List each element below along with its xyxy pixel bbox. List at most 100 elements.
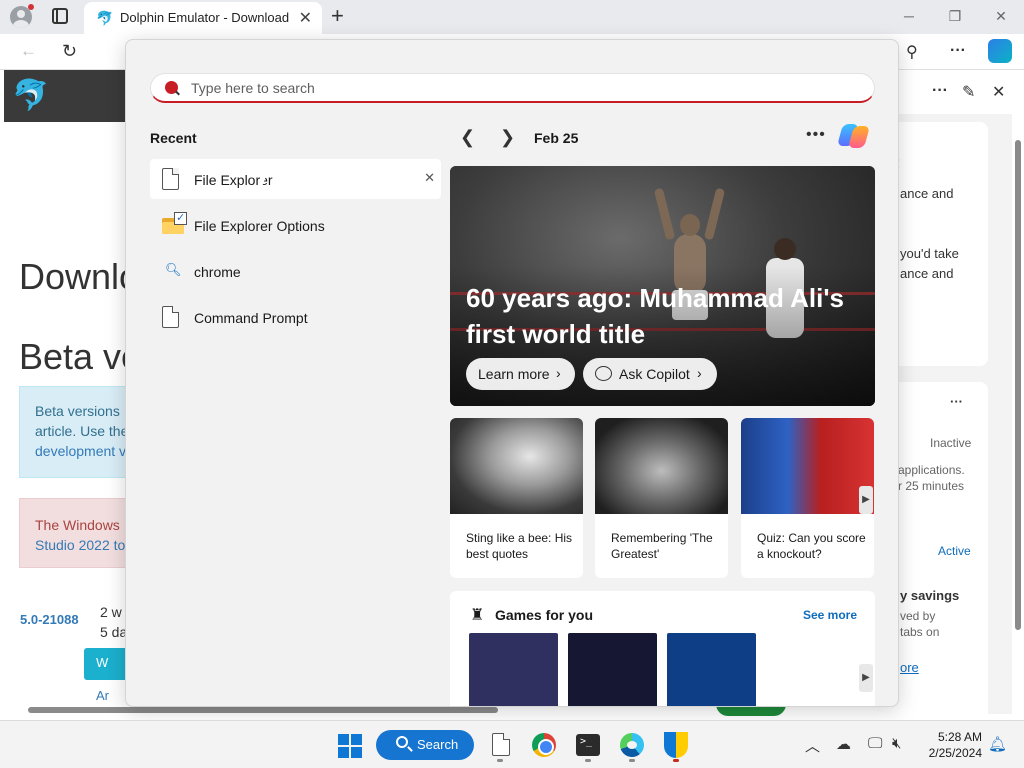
terminal-icon[interactable]: >_ <box>576 734 600 756</box>
recent-item-command-prompt[interactable]: Command Prompt <box>150 297 441 337</box>
hero-card[interactable]: 60 years ago: Muhammad Ali's first world… <box>450 166 875 406</box>
story-card[interactable]: Sting like a bee: His best quotes <box>450 418 583 578</box>
arm-download-link[interactable]: Ar <box>96 688 109 703</box>
speaker-muted-icon[interactable]: 🔇︎ <box>892 735 901 752</box>
more-options-icon[interactable]: ••• <box>806 126 826 144</box>
status-active: Active <box>938 544 971 558</box>
recent-item-file-explorer[interactable]: File Explorer ✕ <box>150 159 441 199</box>
version-link[interactable]: 5.0-21088 <box>20 612 79 627</box>
tab-actions-icon[interactable] <box>52 8 68 24</box>
next-day-button[interactable]: ❯ <box>500 127 515 148</box>
hero-title: 60 years ago: Muhammad Ali's first world… <box>466 283 845 349</box>
games-scroll-right-button[interactable]: ▶ <box>859 664 873 692</box>
chevron-up-icon[interactable]: ︿ <box>805 735 820 756</box>
copilot-sidebar-icon[interactable] <box>988 39 1012 63</box>
running-indicator <box>673 759 679 762</box>
learn-more-button[interactable]: Learn more › <box>466 358 575 390</box>
document-icon <box>162 306 179 328</box>
info-link[interactable]: development v <box>35 443 126 459</box>
onedrive-icon[interactable]: ☁ <box>836 735 851 753</box>
close-window-button[interactable]: ✕ <box>978 0 1024 32</box>
document-icon <box>162 168 179 190</box>
warning-alert: The Windows Studio 2022 to <box>19 498 129 568</box>
sidepane-text: applications. <box>898 463 965 477</box>
sidepane-more-icon[interactable]: ··· <box>932 82 948 100</box>
previous-day-button[interactable]: ❮ <box>460 127 475 148</box>
clock-date: 2/25/2024 <box>928 746 982 760</box>
date-label: Feb 25 <box>534 130 579 146</box>
ask-copilot-button[interactable]: Ask Copilot › <box>583 358 717 390</box>
search-input[interactable] <box>191 80 851 96</box>
minimize-button[interactable]: ─ <box>886 0 932 32</box>
vertical-scrollbar[interactable] <box>1012 122 1024 714</box>
story-card[interactable]: Quiz: Can you score a knockout? <box>741 418 874 578</box>
sidepane-text: you'd take <box>900 246 959 261</box>
running-indicator <box>585 759 591 762</box>
dolphin-logo-icon[interactable]: 🐬 <box>12 78 49 113</box>
ask-copilot-label: Ask Copilot <box>619 366 690 382</box>
sidepane-card-2: ··· Inactive applications. r 25 minutes … <box>896 382 988 722</box>
game-tile[interactable] <box>568 633 657 706</box>
security-shield-icon[interactable] <box>664 732 688 758</box>
info-alert: Beta versions article. Use the developme… <box>19 386 129 478</box>
file-icon[interactable] <box>488 729 520 761</box>
chess-icon: ♜ <box>470 607 485 624</box>
sidepane-text: r 25 minutes <box>898 479 965 493</box>
learn-more-link[interactable]: ore <box>900 660 919 675</box>
copilot-icon[interactable] <box>837 122 870 150</box>
story-card[interactable]: Remembering 'The Greatest' <box>595 418 728 578</box>
taskbar-search-button[interactable]: Search <box>376 730 474 760</box>
card-more-icon[interactable]: ··· <box>950 394 963 409</box>
version-date-2: 5 da <box>100 624 128 640</box>
dolphin-favicon-icon: 🐬 <box>96 10 114 26</box>
story-title: Sting like a bee: His best quotes <box>466 531 573 561</box>
remove-recent-button[interactable]: ✕ <box>424 170 435 186</box>
edge-icon[interactable] <box>620 733 644 757</box>
sidepane-text: ance and <box>900 266 954 281</box>
sidepane-toolbar: ··· ✎ ✕ <box>900 70 1012 114</box>
recent-heading: Recent <box>150 130 197 146</box>
game-tile[interactable] <box>469 633 558 706</box>
sidepane-close-icon[interactable]: ✕ <box>992 82 1005 102</box>
taskbar-search-label: Search <box>417 737 459 752</box>
search-icon: 🔍︎ <box>165 262 182 277</box>
vertical-scroll-thumb[interactable] <box>1015 140 1021 630</box>
warn-link[interactable]: Studio 2022 to <box>35 537 125 553</box>
chrome-icon[interactable] <box>532 733 556 757</box>
network-icon[interactable]: 🖵 <box>868 735 882 752</box>
chat-bubble-icon <box>595 366 612 381</box>
tab-close-button[interactable]: ✕ <box>299 8 312 28</box>
page-title-download: Downlo <box>19 256 140 297</box>
extensions-icon[interactable]: ⚲ <box>906 42 918 62</box>
search-box[interactable] <box>150 73 875 103</box>
learn-more-label: Learn more <box>478 366 550 382</box>
tab-title: Dolphin Emulator - Download <box>120 10 290 25</box>
games-card: ♜ Games for you See more <box>450 591 875 706</box>
recent-item-file-explorer-options[interactable]: ✓ File Explorer Options <box>150 205 441 245</box>
story-image <box>450 418 583 514</box>
scroll-right-button[interactable]: ▶ <box>859 486 873 514</box>
notification-bell-icon[interactable]: 🔔︎ <box>988 735 1007 753</box>
start-button[interactable] <box>338 734 362 758</box>
tab-dolphin-download[interactable]: 🐬 Dolphin Emulator - Download ✕ <box>84 2 322 34</box>
sidepane-text: ance and <box>900 186 954 201</box>
clock[interactable]: 5:28 AM 2/25/2024 <box>912 729 982 761</box>
game-tile[interactable] <box>667 633 756 706</box>
refresh-icon[interactable]: ↻ <box>62 41 77 62</box>
search-flyout: Recent File Explorer ✕ ✓ File Explorer O… <box>125 39 899 707</box>
unpin-icon[interactable]: ✎ <box>962 82 975 102</box>
sidepane-body: ! ance and you'd take ance and ··· Inact… <box>896 114 1012 722</box>
recent-item-chrome[interactable]: 🔍︎ chrome <box>150 251 441 291</box>
see-more-link[interactable]: See more <box>803 608 857 622</box>
download-button[interactable]: W <box>84 648 128 680</box>
back-arrow-icon[interactable]: ← <box>20 41 37 61</box>
story-title: Remembering 'The Greatest' <box>611 531 713 561</box>
running-indicator <box>629 759 635 762</box>
restore-button[interactable]: ❐ <box>932 0 978 32</box>
new-tab-button[interactable]: + <box>331 3 344 29</box>
download-button-label: W <box>96 655 109 670</box>
horizontal-scroll-thumb[interactable] <box>28 707 498 713</box>
story-image <box>741 418 874 514</box>
more-menu-icon[interactable]: ··· <box>950 42 966 60</box>
browser-tab-bar: 🐬 Dolphin Emulator - Download ✕ + ─ ❐ ✕ <box>0 0 1024 34</box>
